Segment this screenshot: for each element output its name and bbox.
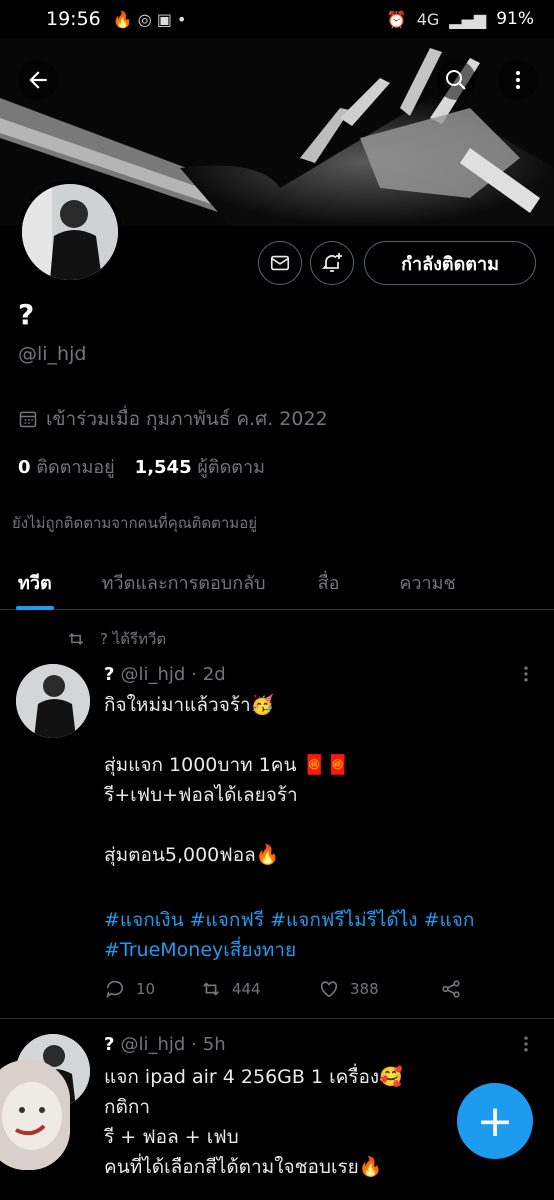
avatar-photo <box>16 664 90 738</box>
following-button[interactable]: กำลังติดตาม <box>364 241 536 285</box>
bell-plus-icon <box>321 253 342 272</box>
heart-icon <box>320 981 338 998</box>
back-button[interactable] <box>18 60 58 100</box>
battery-level: 91% <box>496 9 534 29</box>
notification-icons: 🔥 ◎ ▣ • <box>112 9 187 29</box>
profile-name: ? <box>18 298 35 331</box>
following-label: ติดตามอยู่ <box>36 457 115 478</box>
like-count: 388 <box>350 980 379 998</box>
alarm-icon: ⏰ <box>386 9 407 29</box>
tweet-header: ? @li_hjd · 5h <box>104 1034 226 1055</box>
tweet-avatar[interactable] <box>16 664 90 738</box>
retweet-indicator: ? ได้รีทวีต <box>66 627 166 651</box>
search-button[interactable] <box>436 60 476 100</box>
tab-tweets[interactable]: ทวีต <box>0 555 70 610</box>
message-button[interactable] <box>258 241 302 285</box>
share-icon <box>442 980 460 998</box>
following-count: 0 <box>18 457 31 478</box>
floating-video-thumbnail[interactable] <box>0 1060 70 1170</box>
arrow-left-icon <box>29 71 47 89</box>
network-label: 4G <box>416 9 440 29</box>
more-vertical-icon <box>524 666 528 682</box>
reply-count: 10 <box>136 980 156 998</box>
retweet-count: 444 <box>232 980 261 998</box>
followers-stat[interactable]: 1,545 ผู้ติดตาม <box>135 452 265 481</box>
notifications-button[interactable] <box>310 241 354 285</box>
retweet-button[interactable]: 444 <box>200 978 318 1000</box>
not-followed-note: ยังไม่ถูกติดตามจากคนที่คุณติดตามอยู่ <box>12 514 257 532</box>
tweet-header: ? @li_hjd · 2d <box>104 664 226 685</box>
tweet-author-handle: @li_hjd <box>120 664 186 685</box>
followers-count: 1,545 <box>134 457 192 478</box>
share-button[interactable] <box>440 978 462 1000</box>
profile-avatar[interactable] <box>18 180 122 284</box>
more-vertical-icon <box>516 71 520 89</box>
tweet-more-button[interactable] <box>516 1034 536 1059</box>
compose-tweet-button[interactable]: + <box>457 1083 533 1159</box>
signal-icon: ▂▄▆ <box>449 9 487 29</box>
compose-plus-icon: + <box>476 1095 514 1147</box>
cat-photo <box>0 1060 70 1170</box>
joined-date: เข้าร่วมเมื่อ กุมภาพันธ์ ค.ศ. 2022 <box>18 404 328 434</box>
search-icon <box>446 70 466 90</box>
reply-icon <box>106 980 124 999</box>
follow-stats: 0 ติดตามอยู่ 1,545 ผู้ติดตาม <box>18 452 265 481</box>
status-bar: 19:56 🔥 ◎ ▣ • ⏰ 4G ▂▄▆ 91% <box>0 0 554 38</box>
retweet-icon <box>68 632 84 646</box>
following-stat[interactable]: 0 ติดตามอยู่ <box>18 452 115 481</box>
calendar-icon <box>19 411 37 428</box>
tweet-more-button[interactable] <box>516 664 536 689</box>
tweet-text: กิจใหม่มาแล้วจร้า🥳 สุ่มแจก 1000บาท 1คน 🧧… <box>104 694 350 866</box>
like-button[interactable]: 388 <box>318 978 440 1000</box>
tweet-actions: 10 444 388 <box>104 978 484 1000</box>
tweet-hashtags[interactable]: #แจกเงิน #แจกฟรี #แจกฟรีไม่รีได้ไง #แจก … <box>104 905 534 965</box>
retweet-icon <box>203 982 219 996</box>
more-vertical-icon <box>524 1036 528 1052</box>
profile-handle: @li_hjd <box>18 343 87 365</box>
avatar-photo <box>22 184 118 280</box>
status-time: 19:56 <box>46 8 101 30</box>
joined-text: เข้าร่วมเมื่อ กุมภาพันธ์ ค.ศ. 2022 <box>46 408 328 430</box>
tweet-author-handle: @li_hjd <box>120 1034 186 1055</box>
tweet-author-name: ? <box>104 664 115 685</box>
tweet-time: · 5h <box>191 1034 226 1055</box>
profile-tabs: ทวีต ทวีตและการตอบกลับ สื่อ ความช <box>0 555 554 610</box>
reply-button[interactable]: 10 <box>104 978 200 1000</box>
more-options-button[interactable] <box>498 60 538 100</box>
retweet-text: ? ได้รีทวีต <box>100 630 167 648</box>
followers-label: ผู้ติดตาม <box>197 457 265 478</box>
tab-likes[interactable]: ความช <box>357 555 473 610</box>
tab-media[interactable]: สื่อ <box>284 555 358 610</box>
mail-icon <box>270 255 290 271</box>
tweet-divider <box>0 1018 554 1019</box>
tweet-time: · 2d <box>191 664 226 685</box>
tweet-author-name: ? <box>104 1034 115 1055</box>
tab-tweets-replies[interactable]: ทวีตและการตอบกลับ <box>70 555 284 610</box>
